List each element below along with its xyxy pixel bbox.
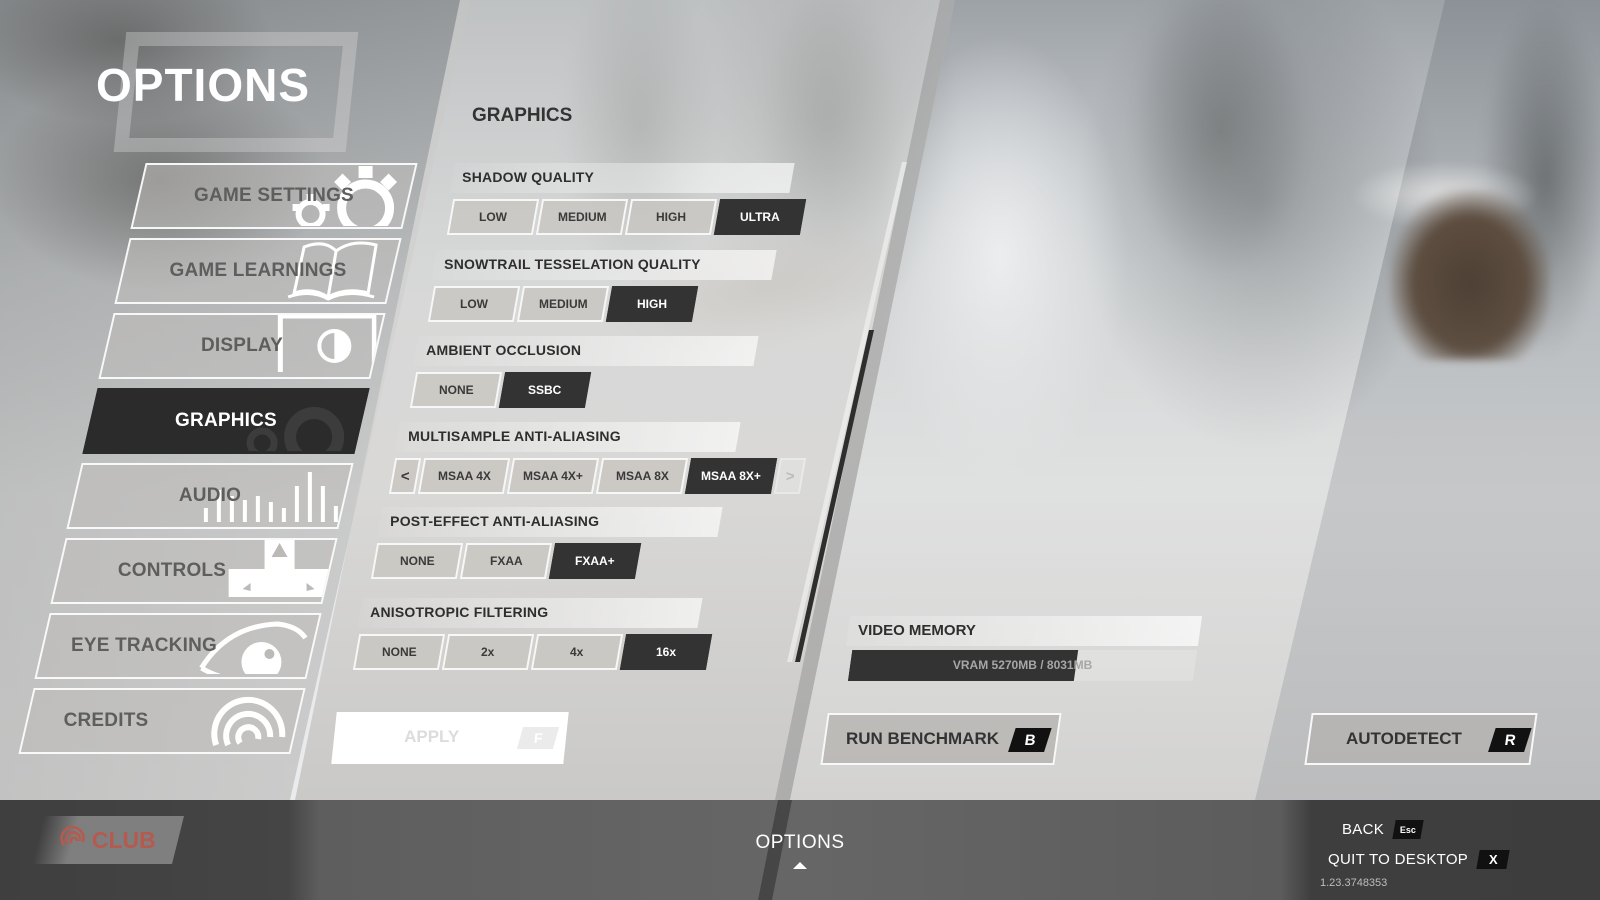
sidebar-item-game-learnings[interactable]: GAME LEARNINGS: [114, 238, 402, 304]
version-label: 1.23.3748353: [1320, 877, 1388, 889]
option-ssbc-selected[interactable]: SSBC: [498, 372, 592, 408]
option-msaa-4x-plus[interactable]: MSAA 4X+: [506, 458, 600, 494]
sidebar-item-game-settings[interactable]: GAME SETTINGS: [130, 163, 418, 229]
sidebar-item-label: CONTROLS: [117, 560, 227, 581]
setting-label: SHADOW QUALITY: [449, 163, 795, 193]
option-group: NONE SSBC: [409, 372, 592, 408]
chevron-right-icon: >: [785, 467, 795, 485]
option-medium[interactable]: MEDIUM: [535, 199, 629, 235]
key-hint-b: B: [1008, 728, 1052, 752]
sidebar-item-label: CREDITS: [63, 710, 149, 731]
back-button[interactable]: BACK Esc: [1342, 820, 1424, 839]
option-fxaa[interactable]: FXAA: [459, 543, 553, 579]
next-arrow-button[interactable]: >: [773, 458, 807, 494]
option-low[interactable]: LOW: [446, 199, 540, 235]
key-hint-r: R: [1488, 728, 1532, 752]
key-hint-esc: Esc: [1392, 820, 1424, 839]
sidebar-item-credits[interactable]: CREDITS: [18, 688, 306, 754]
option-none[interactable]: NONE: [370, 543, 464, 579]
page-title: OPTIONS: [96, 59, 311, 111]
option-group: LOW MEDIUM HIGH: [427, 286, 699, 322]
setting-label: MULTISAMPLE ANTI-ALIASING: [395, 422, 741, 452]
option-4x[interactable]: 4x: [530, 634, 624, 670]
key-hint-x: X: [1476, 850, 1510, 869]
sidebar-item-label: DISPLAY: [200, 335, 283, 356]
sidebar-item-label: GRAPHICS: [175, 410, 277, 431]
sidebar-item-eye-tracking[interactable]: EYE TRACKING: [34, 613, 322, 679]
sidebar-item-label: AUDIO: [178, 485, 242, 506]
quit-to-desktop-button[interactable]: QUIT TO DESKTOP X: [1328, 850, 1510, 869]
option-low[interactable]: LOW: [427, 286, 521, 322]
setting-label: ANISOTROPIC FILTERING: [357, 598, 703, 628]
option-none[interactable]: NONE: [409, 372, 503, 408]
option-msaa-8x-plus-selected[interactable]: MSAA 8X+: [684, 458, 778, 494]
option-medium[interactable]: MEDIUM: [516, 286, 610, 322]
sidebar-item-graphics[interactable]: GRAPHICS: [82, 388, 370, 454]
chevron-left-icon: <: [400, 467, 410, 485]
autodetect-button[interactable]: AUTODETECT R: [1304, 713, 1538, 765]
option-high-selected[interactable]: HIGH: [605, 286, 699, 322]
prev-arrow-button[interactable]: <: [388, 458, 422, 494]
option-msaa-8x[interactable]: MSAA 8X: [595, 458, 689, 494]
option-group: NONE 2x 4x 16x: [352, 634, 713, 670]
option-ultra-selected[interactable]: ULTRA: [713, 199, 807, 235]
option-fxaa-plus-selected[interactable]: FXAA+: [548, 543, 642, 579]
option-none[interactable]: NONE: [352, 634, 446, 670]
sidebar-item-display[interactable]: DISPLAY: [98, 313, 386, 379]
sidebar-item-controls[interactable]: CONTROLS: [50, 538, 338, 604]
option-msaa-4x[interactable]: MSAA 4X: [417, 458, 511, 494]
sidebar-item-label: GAME SETTINGS: [194, 185, 354, 206]
setting-label: SNOWTRAIL TESSELATION QUALITY: [431, 250, 777, 280]
sidebar-item-audio[interactable]: AUDIO: [66, 463, 354, 529]
option-high[interactable]: HIGH: [624, 199, 718, 235]
video-memory-label: VIDEO MEMORY: [845, 616, 1203, 646]
video-memory-bar: VRAM 5270MB / 8031MB: [847, 650, 1198, 681]
apply-button[interactable]: APPLY F: [331, 712, 569, 764]
option-16x-selected[interactable]: 16x: [619, 634, 713, 670]
option-group: LOW MEDIUM HIGH ULTRA: [446, 199, 807, 235]
run-benchmark-button[interactable]: RUN BENCHMARK B: [820, 713, 1062, 765]
option-group: < MSAA 4X MSAA 4X+ MSAA 8X MSAA 8X+ >: [388, 458, 807, 494]
sidebar-item-label: EYE TRACKING: [71, 635, 217, 656]
setting-label: POST-EFFECT ANTI-ALIASING: [377, 507, 723, 537]
sidebar-item-label: GAME LEARNINGS: [169, 260, 347, 281]
caret-up-icon: [793, 862, 807, 869]
video-memory-text: VRAM 5270MB / 8031MB: [952, 658, 1093, 672]
key-hint-f: F: [516, 727, 560, 749]
option-2x[interactable]: 2x: [441, 634, 535, 670]
section-title: GRAPHICS: [472, 105, 573, 126]
option-group: NONE FXAA FXAA+: [370, 543, 642, 579]
setting-label: AMBIENT OCCLUSION: [413, 336, 759, 366]
